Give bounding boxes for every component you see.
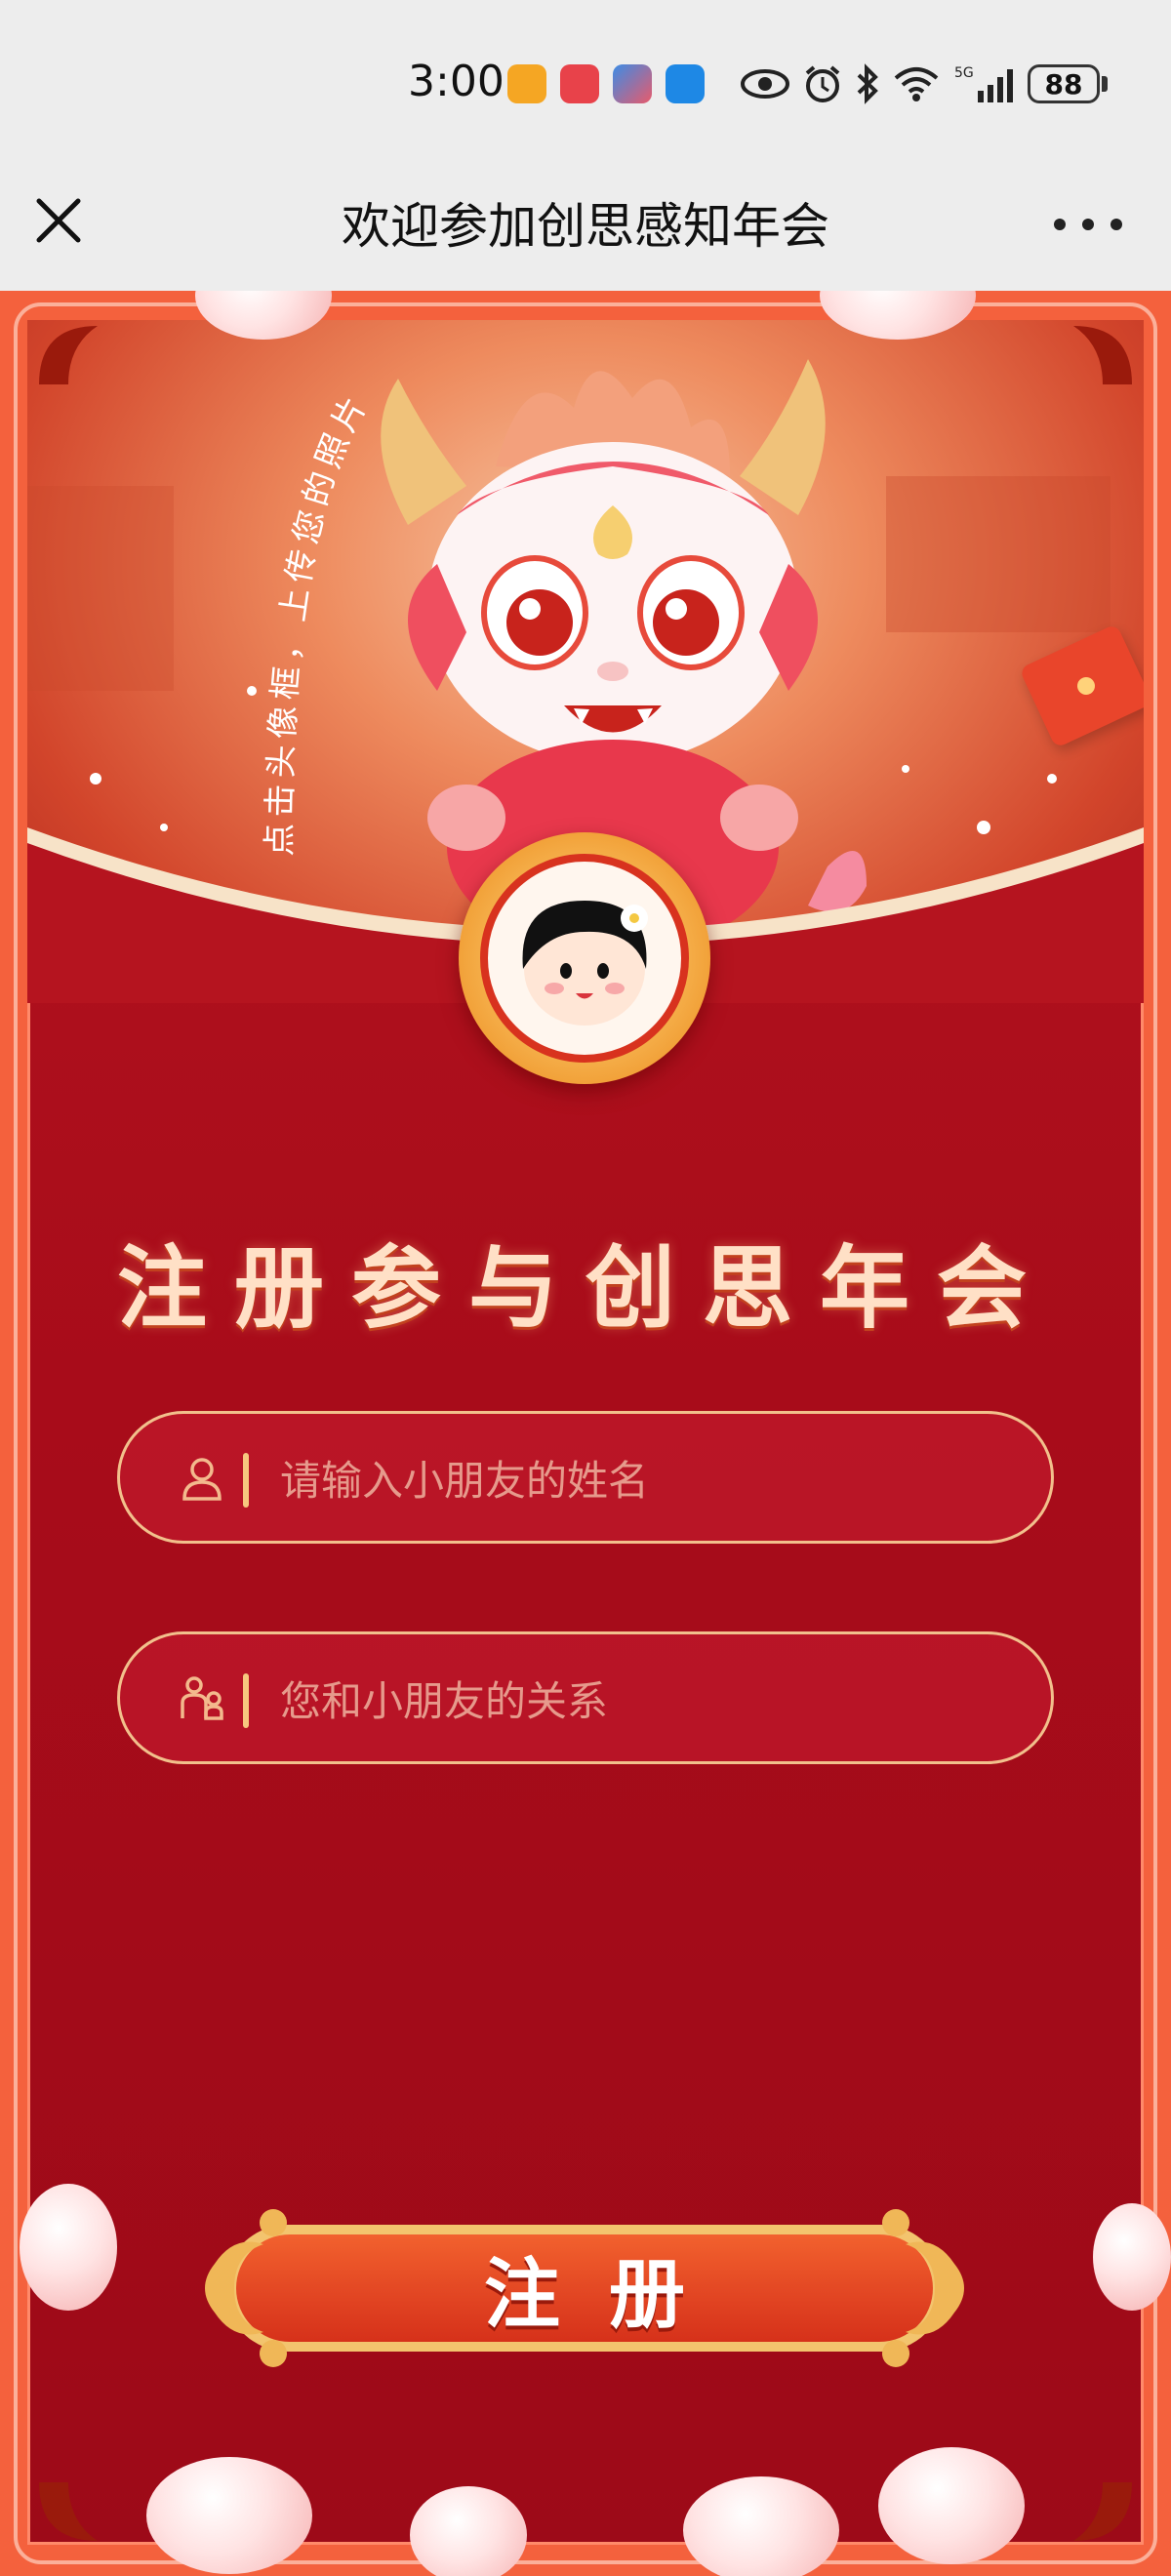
more-dot	[1110, 219, 1122, 230]
more-dot	[1054, 219, 1066, 230]
bluetooth-icon	[855, 63, 880, 104]
svg-text:点击头像框，上传您的照片: 点击头像框，上传您的照片	[261, 385, 378, 857]
register-button-label: 注册	[483, 2251, 734, 2339]
more-button[interactable]	[1054, 205, 1122, 244]
system-icons: 5G	[740, 59, 1017, 109]
close-button[interactable]	[31, 193, 86, 248]
upload-hint-text: 点击头像框，上传您的照片	[261, 385, 372, 857]
upload-hint: 点击头像框，上传您的照片	[261, 385, 378, 857]
cloud-decoration	[878, 2447, 1025, 2564]
relation-field[interactable]	[117, 1631, 1054, 1764]
user-icon	[182, 1458, 222, 1501]
corner-ornament	[1073, 2482, 1132, 2541]
alarm-icon	[802, 63, 843, 104]
name-field[interactable]	[117, 1411, 1054, 1544]
app-icon-orange	[507, 64, 546, 103]
close-icon	[36, 198, 81, 243]
registration-poster: 点击头像框，上传您的照片 注册参与创思年会 请输入小朋友的姓名 您和小朋友的关系…	[0, 291, 1171, 2576]
battery-icon: 88	[1028, 64, 1100, 103]
cloud-decoration	[683, 2476, 839, 2576]
cloud-decoration	[410, 2486, 527, 2576]
relation-input[interactable]	[278, 1656, 1024, 1746]
status-time: 3:00	[408, 57, 505, 106]
cartoon-girl-avatar	[522, 901, 648, 1026]
field-divider	[243, 1673, 249, 1728]
name-input[interactable]	[278, 1435, 1024, 1525]
battery-tip	[1102, 76, 1108, 92]
eye-icon	[740, 67, 790, 101]
more-dot	[1082, 219, 1094, 230]
app-icon-huawei	[560, 64, 599, 103]
wifi-icon	[892, 64, 941, 103]
corner-ornament	[1073, 326, 1132, 384]
status-bar: 3:00 5G 88	[0, 0, 1171, 166]
page-title: 欢迎参加创思感知年会	[342, 198, 829, 255]
cloud-decoration	[20, 2184, 117, 2311]
battery-level: 88	[1044, 67, 1083, 101]
field-divider	[243, 1453, 249, 1508]
corner-ornament	[39, 2482, 98, 2541]
signal-icon: 5G	[952, 63, 1017, 104]
cloud-decoration	[1093, 2203, 1171, 2311]
app-icon-blue	[666, 64, 705, 103]
notification-app-icons	[507, 64, 705, 103]
nav-bar: 欢迎参加创思感知年会	[0, 166, 1171, 291]
avatar-upload-frame[interactable]	[459, 832, 710, 1084]
app-icon-game	[613, 64, 652, 103]
family-icon	[181, 1676, 223, 1720]
register-button[interactable]: 注册	[195, 2205, 974, 2371]
form-title: 注册参与创思年会	[116, 1236, 1054, 1341]
corner-ornament	[39, 326, 98, 384]
cloud-decoration	[146, 2457, 312, 2574]
avatar	[480, 854, 689, 1063]
network-type: 5G	[954, 65, 974, 81]
